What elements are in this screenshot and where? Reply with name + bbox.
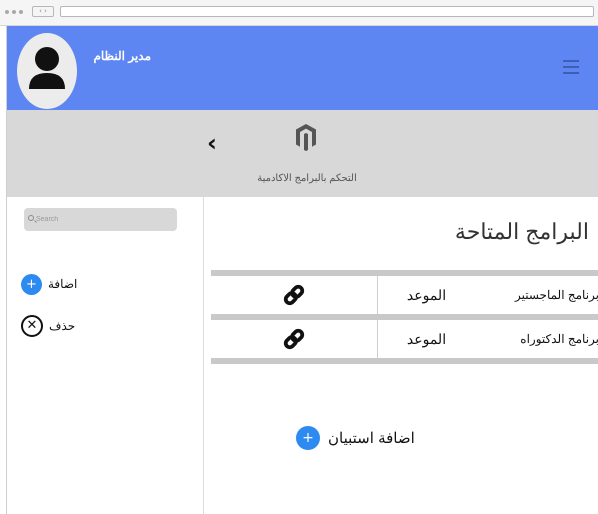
program-date: الموعد <box>377 276 475 314</box>
magento-logo-icon <box>296 124 316 151</box>
app-header: مدير النظام <box>7 26 598 110</box>
program-name: برنامج الماجستير <box>514 288 598 302</box>
module-banner: ‹ التحكم بالبرامج الاكادمية <box>7 110 598 197</box>
table-row: برنامج الماجستير الموعد <box>211 276 598 314</box>
x-circle-icon: ✕ <box>21 315 43 337</box>
address-bar[interactable] <box>60 6 594 17</box>
page-title: البرامج المتاحة <box>454 219 589 244</box>
table-row: برنامج الدكتوراه الموعد <box>211 320 598 358</box>
sidebar-item-delete[interactable]: ✕ حذف <box>21 315 75 337</box>
program-name: برنامج الدكتوراه <box>520 332 598 346</box>
plus-circle-icon: + <box>21 273 42 295</box>
link-icon[interactable] <box>211 276 377 314</box>
user-icon <box>29 47 65 89</box>
programs-table: برنامج الماجستير الموعد برنامج الدكتوراه… <box>211 270 598 364</box>
browser-toolbar: ‹ › <box>0 0 598 26</box>
avatar[interactable] <box>17 33 77 109</box>
app-window: مدير النظام ‹ التحكم بالبرامج الاكادمية … <box>6 26 598 514</box>
window-controls[interactable] <box>5 10 23 14</box>
chevron-left-icon[interactable]: ‹ <box>207 128 217 158</box>
search-input[interactable] <box>36 208 171 231</box>
table-divider <box>211 358 598 364</box>
sidebar-item-label: اضافة <box>48 277 78 291</box>
plus-circle-icon: + <box>296 426 320 450</box>
main-content: البرامج المتاحة برنامج الماجستير الموعد <box>205 197 598 514</box>
admin-name: مدير النظام <box>93 49 151 63</box>
add-survey-label: اضافة استبيان <box>328 430 415 447</box>
module-caption: التحكم بالبرامج الاكادمية <box>257 173 357 184</box>
search-box[interactable] <box>24 208 177 231</box>
program-date: الموعد <box>377 320 475 358</box>
link-icon[interactable] <box>211 320 377 358</box>
search-icon <box>28 215 34 221</box>
sidebar-item-label: حذف <box>49 319 76 333</box>
sidebar-item-add[interactable]: + اضافة <box>21 273 77 295</box>
hamburger-icon[interactable] <box>563 60 579 74</box>
browser-nav-arrows[interactable]: ‹ › <box>32 6 54 17</box>
add-survey-button[interactable]: + اضافة استبيان <box>296 426 415 450</box>
sidebar: + اضافة ✕ حذف <box>7 197 204 514</box>
